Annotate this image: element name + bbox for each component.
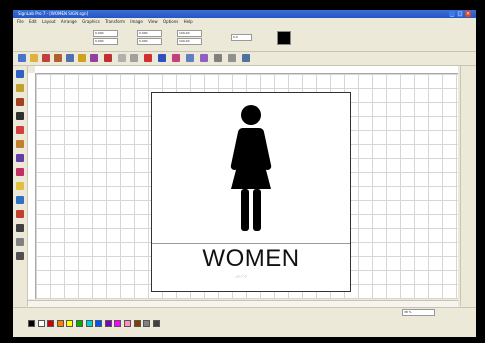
status-bar: 38 % [13,307,476,337]
menu-transform[interactable]: Transform [105,18,125,26]
title-bar: SignLab Pro 7 - [WOMEN SIGN.sgn] _ □ × [13,10,476,18]
paste-icon[interactable] [90,54,98,62]
rotation-field[interactable]: 0.0 [231,34,252,41]
toolbox [13,66,28,306]
horizontal-ruler[interactable] [35,66,458,74]
fill-color-swatch[interactable] [277,31,291,45]
sign-divider [152,243,350,244]
vertical-ruler[interactable] [28,73,36,299]
shape-icon[interactable] [16,84,24,92]
contour-icon[interactable] [16,252,24,260]
save-icon[interactable] [42,54,50,62]
weld-icon[interactable] [16,238,24,246]
menu-bar: File Edit Layout Arrange Graphics Transf… [13,18,476,26]
color-swatch[interactable] [114,320,122,327]
color-swatch[interactable] [123,320,131,327]
color-swatch[interactable] [85,320,93,327]
property-bar: 0.000 0.000 0.000 0.000 100.00 100.00 0.… [13,27,476,52]
color-swatch[interactable] [56,320,64,327]
sign-title: WOMEN [202,245,300,272]
node-icon[interactable] [16,224,24,232]
grid-icon[interactable] [172,54,180,62]
drawing-canvas[interactable]: WOMEN ⠠⠺⠕⠍⠑⠝ [36,74,458,299]
group-icon[interactable] [130,54,138,62]
color-swatch[interactable] [75,320,83,327]
application-window: SignLab Pro 7 - [WOMEN SIGN.sgn] _ □ × F… [13,10,476,337]
ungroup-icon[interactable] [144,54,152,62]
fill-icon[interactable] [16,140,24,148]
color-swatch[interactable] [104,320,112,327]
align-icon[interactable] [158,54,166,62]
zoom-icon[interactable] [16,98,24,106]
rectangle-icon[interactable] [16,182,24,190]
color-swatch[interactable] [47,320,55,327]
scale-y-field[interactable]: 100.00 [177,38,202,45]
color-swatch[interactable] [37,320,45,327]
close-button[interactable]: × [465,11,471,17]
maximize-button[interactable]: □ [457,11,463,17]
color-swatch[interactable] [66,320,74,327]
menu-layout[interactable]: Layout [42,18,56,26]
line-icon[interactable] [16,168,24,176]
eraser-icon[interactable] [16,154,24,162]
zoom-field[interactable]: 38 % [402,309,435,316]
menu-file[interactable]: File [17,18,24,26]
pen-icon[interactable] [16,126,24,134]
output-icon[interactable] [242,54,250,62]
minimize-button[interactable]: _ [449,11,455,17]
menu-options[interactable]: Options [163,18,178,26]
menu-image[interactable]: Image [130,18,143,26]
y-position-field[interactable]: 0.000 [93,38,118,45]
node-edit-icon[interactable] [214,54,222,62]
standard-toolbar [13,51,476,66]
color-swatch[interactable] [133,320,141,327]
vertical-scrollbar[interactable] [460,66,476,306]
measure-icon[interactable] [228,54,236,62]
width-field[interactable]: 0.000 [137,30,162,37]
color-swatch[interactable] [28,320,35,327]
rotate-icon[interactable] [186,54,194,62]
select-icon[interactable] [16,70,24,78]
color-swatch[interactable] [152,320,160,327]
color-swatch[interactable] [95,320,103,327]
ellipse-icon[interactable] [16,196,24,204]
menu-arrange[interactable]: Arrange [61,18,77,26]
text-icon[interactable] [16,112,24,120]
woman-restroom-icon [230,105,272,231]
menu-help[interactable]: Help [184,18,193,26]
mirror-icon[interactable] [200,54,208,62]
height-field[interactable]: 0.000 [137,38,162,45]
undo-icon[interactable] [104,54,112,62]
cut-icon[interactable] [66,54,74,62]
open-icon[interactable] [30,54,38,62]
window-title: SignLab Pro 7 - [WOMEN SIGN.sgn] [18,11,89,16]
menu-edit[interactable]: Edit [29,18,37,26]
new-icon[interactable] [18,54,26,62]
sign-artwork[interactable]: WOMEN ⠠⠺⠕⠍⠑⠝ [151,92,351,292]
copy-icon[interactable] [78,54,86,62]
polygon-icon[interactable] [16,210,24,218]
x-position-field[interactable]: 0.000 [93,30,118,37]
braille-text: ⠠⠺⠕⠍⠑⠝ [234,275,248,279]
print-icon[interactable] [54,54,62,62]
color-palette [28,320,161,327]
scale-x-field[interactable]: 100.00 [177,30,202,37]
menu-graphics[interactable]: Graphics [82,18,100,26]
redo-icon[interactable] [118,54,126,62]
menu-view[interactable]: View [148,18,158,26]
color-swatch[interactable] [143,320,151,327]
